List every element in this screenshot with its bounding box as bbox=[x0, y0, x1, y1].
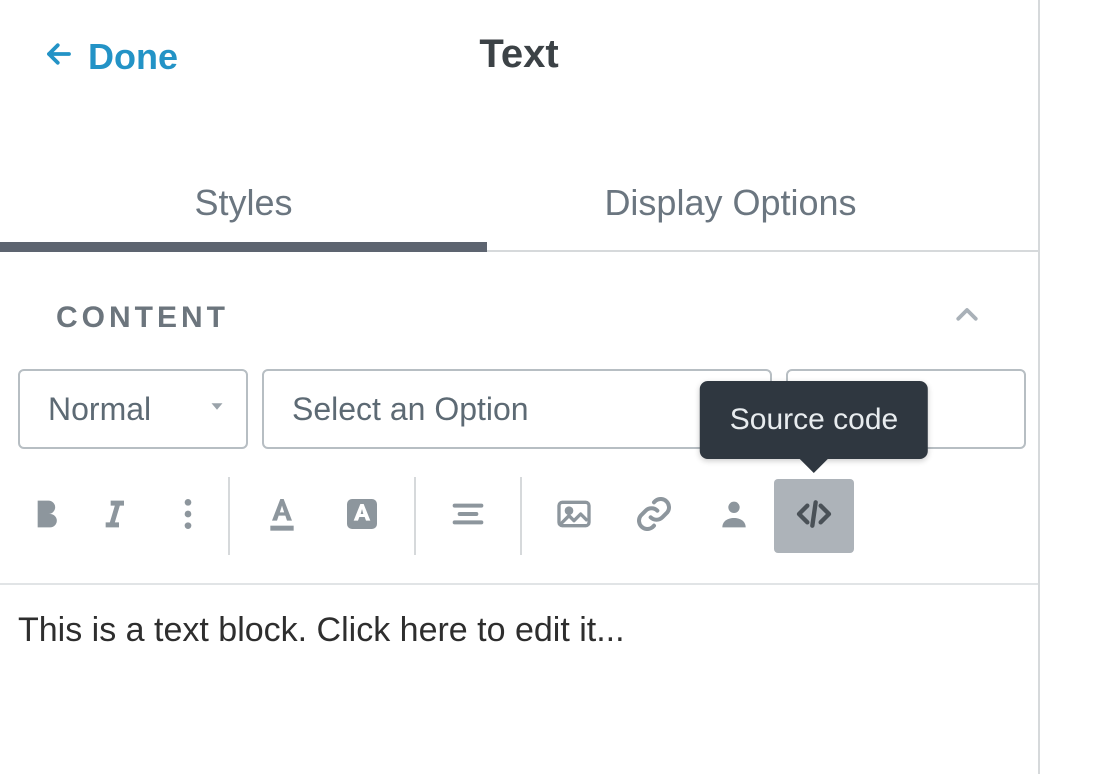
editor-panel: Done Text Styles Display Options CONTENT… bbox=[0, 0, 1040, 774]
caret-down-icon bbox=[206, 396, 228, 423]
format-select[interactable]: Normal bbox=[18, 369, 248, 449]
code-icon bbox=[794, 494, 834, 539]
text-color-icon bbox=[262, 494, 302, 539]
italic-button[interactable] bbox=[82, 479, 146, 553]
insert-link-button[interactable] bbox=[614, 479, 694, 553]
format-toolbar: Source code bbox=[0, 449, 1038, 585]
bold-icon bbox=[26, 494, 66, 539]
editor-placeholder: This is a text block. Click here to edit… bbox=[18, 611, 1020, 650]
chevron-up-icon bbox=[952, 300, 982, 335]
background-color-icon bbox=[342, 494, 382, 539]
italic-icon bbox=[94, 494, 134, 539]
panel-header: Done Text bbox=[0, 0, 1038, 100]
person-icon bbox=[714, 494, 754, 539]
image-icon bbox=[554, 494, 594, 539]
background-color-button[interactable] bbox=[322, 479, 402, 553]
text-color-button[interactable] bbox=[242, 479, 322, 553]
more-formatting-button[interactable] bbox=[160, 479, 216, 553]
tabs: Styles Display Options bbox=[0, 160, 1038, 252]
tooltip: Source code bbox=[700, 381, 928, 459]
toolbar-separator bbox=[414, 477, 416, 555]
toolbar-separator bbox=[520, 477, 522, 555]
tooltip-text: Source code bbox=[730, 403, 898, 436]
section-title: CONTENT bbox=[56, 301, 229, 335]
more-vertical-icon bbox=[168, 494, 208, 539]
bold-button[interactable] bbox=[18, 479, 74, 553]
tab-label: Styles bbox=[194, 182, 292, 223]
align-center-icon bbox=[448, 494, 488, 539]
link-icon bbox=[634, 494, 674, 539]
text-editor-area[interactable]: This is a text block. Click here to edit… bbox=[0, 585, 1038, 676]
tab-display-options[interactable]: Display Options bbox=[487, 160, 974, 250]
option-select-placeholder: Select an Option bbox=[292, 391, 529, 428]
format-select-value: Normal bbox=[48, 391, 151, 428]
option-select[interactable]: Select an Option bbox=[262, 369, 772, 449]
tab-label: Display Options bbox=[604, 182, 856, 223]
source-code-button-wrap: Source code bbox=[774, 479, 854, 553]
page-title: Text bbox=[0, 32, 1038, 77]
insert-merge-tag-button[interactable] bbox=[694, 479, 774, 553]
align-button[interactable] bbox=[428, 479, 508, 553]
insert-image-button[interactable] bbox=[534, 479, 614, 553]
source-code-button[interactable] bbox=[774, 479, 854, 553]
content-section-header[interactable]: CONTENT bbox=[0, 252, 1038, 365]
tab-styles[interactable]: Styles bbox=[0, 160, 487, 250]
toolbar-separator bbox=[228, 477, 230, 555]
